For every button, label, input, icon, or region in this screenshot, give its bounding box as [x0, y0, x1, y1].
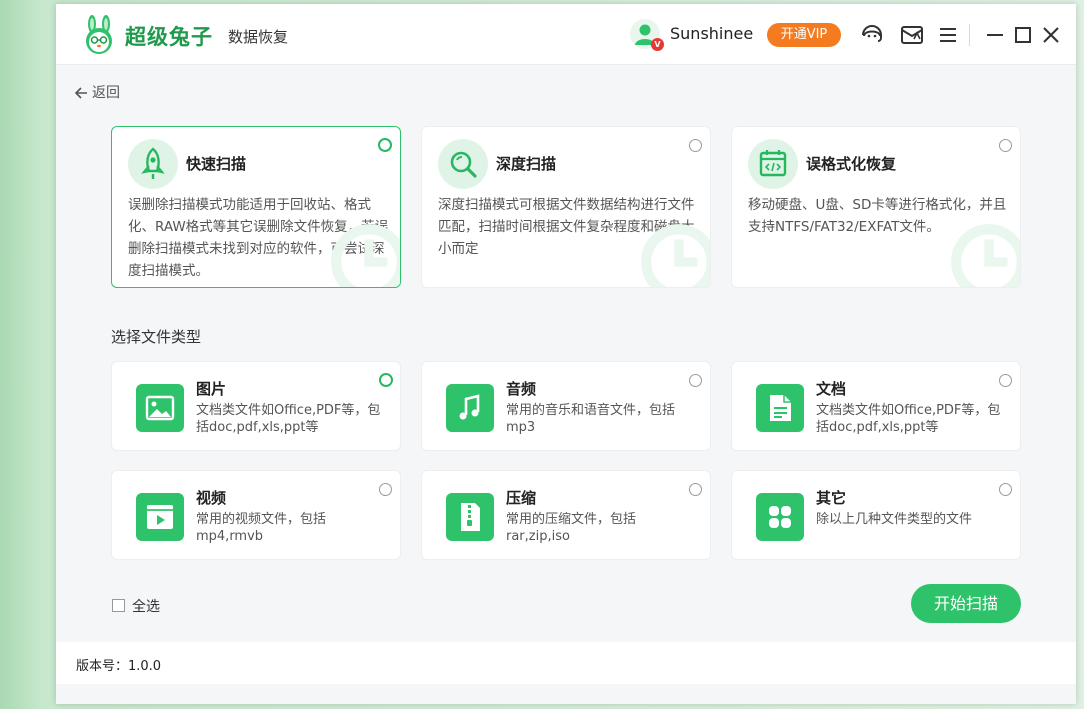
restore-watermark-icon [641, 224, 710, 287]
maximize-icon[interactable] [1010, 22, 1036, 48]
checkbox-box[interactable] [112, 599, 125, 612]
file-type-audio[interactable]: 音频 常用的音乐和语音文件，包括mp3 [421, 361, 711, 451]
type-radio[interactable] [379, 373, 393, 387]
type-description: 文档类文件如Office,PDF等，包括doc,pdf,xls,ppt等 [816, 403, 1001, 435]
customer-service-icon[interactable] [859, 22, 885, 48]
mode-radio[interactable] [999, 139, 1012, 152]
rabbit-logo-icon [86, 15, 112, 54]
select-all-label: 全选 [132, 599, 160, 615]
mode-title: 深度扫描 [496, 155, 557, 173]
username[interactable]: Sunshinee [670, 24, 753, 43]
type-title: 文档 [816, 380, 847, 398]
titlebar-divider [969, 24, 970, 46]
type-radio[interactable] [999, 374, 1012, 387]
music-note-icon [459, 394, 480, 420]
mode-icon-bg [128, 139, 178, 189]
rocket-icon [141, 147, 165, 179]
restore-watermark-icon [951, 224, 1020, 287]
start-scan-button[interactable]: 开始扫描 [911, 584, 1021, 623]
type-title: 图片 [196, 380, 227, 398]
back-label: 返回 [92, 85, 120, 101]
type-radio[interactable] [689, 374, 702, 387]
type-icon-bg [446, 384, 494, 432]
mode-title: 误格式化恢复 [806, 155, 897, 173]
app-window: 超级兔子 数据恢复 V Sunshinee 开通VIP 返回 快速扫描 误删除扫… [56, 4, 1076, 704]
type-title: 音频 [506, 380, 537, 398]
file-type-image[interactable]: 图片 文档类文件如Office,PDF等，包括doc,pdf,xls,ppt等 [111, 361, 401, 451]
type-description: 常用的视频文件，包括mp4,rmvb [196, 512, 327, 544]
menu-icon[interactable] [935, 22, 961, 48]
back-button[interactable]: 返回 [74, 82, 120, 102]
scan-mode-format[interactable]: 误格式化恢复 移动硬盘、U盘、SD卡等进行格式化，并且支持NTFS/FAT32/… [731, 126, 1021, 288]
magnifier-icon [450, 151, 477, 178]
type-radio[interactable] [689, 483, 702, 496]
image-icon [145, 395, 175, 421]
mode-title: 快速扫描 [186, 155, 247, 173]
type-icon-bg [756, 493, 804, 541]
user-avatar[interactable]: V [630, 19, 664, 51]
document-icon [770, 395, 791, 421]
calendar-code-icon [759, 150, 787, 177]
feedback-icon[interactable] [899, 22, 925, 48]
restore-watermark-icon [331, 224, 400, 287]
select-all-checkbox[interactable]: 全选 [112, 596, 160, 616]
version-label: 版本号：1.0.0 [76, 659, 162, 674]
type-radio[interactable] [999, 483, 1012, 496]
file-type-archive[interactable]: 压缩 常用的压缩文件，包括rar,zip,iso [421, 470, 711, 560]
mode-radio[interactable] [689, 139, 702, 152]
status-footer: 版本号：1.0.0 [56, 642, 1076, 684]
file-type-other[interactable]: 其它 除以上几种文件类型的文件 [731, 470, 1021, 560]
mode-radio[interactable] [378, 138, 392, 152]
vip-level-badge: V [651, 38, 664, 51]
open-vip-button[interactable]: 开通VIP [767, 23, 841, 47]
scan-mode-quick[interactable]: 快速扫描 误删除扫描模式功能适用于回收站、格式化、RAW格式等其它误删除文件恢复… [111, 126, 401, 288]
mode-icon-bg [438, 139, 488, 189]
type-title: 视频 [196, 489, 227, 507]
type-radio[interactable] [379, 483, 392, 496]
brand-name: 超级兔子 [125, 24, 213, 49]
file-type-video[interactable]: 视频 常用的视频文件，包括mp4,rmvb [111, 470, 401, 560]
title-bar: 超级兔子 数据恢复 V Sunshinee 开通VIP [56, 4, 1076, 65]
type-description: 除以上几种文件类型的文件 [816, 512, 973, 527]
zip-icon [461, 503, 480, 531]
type-title: 压缩 [506, 489, 537, 507]
minimize-icon[interactable] [982, 22, 1008, 48]
video-icon [147, 505, 173, 529]
type-description: 常用的音乐和语音文件，包括mp3 [506, 403, 676, 435]
file-type-section-title: 选择文件类型 [111, 328, 202, 346]
close-icon[interactable] [1038, 22, 1064, 48]
type-icon-bg [136, 493, 184, 541]
file-type-document[interactable]: 文档 文档类文件如Office,PDF等，包括doc,pdf,xls,ppt等 [731, 361, 1021, 451]
type-icon-bg [446, 493, 494, 541]
four-leaf-icon [769, 506, 791, 528]
type-icon-bg [136, 384, 184, 432]
mode-icon-bg [748, 139, 798, 189]
type-description: 常用的压缩文件，包括rar,zip,iso [506, 512, 637, 544]
type-description: 文档类文件如Office,PDF等，包括doc,pdf,xls,ppt等 [196, 403, 381, 435]
product-name: 数据恢复 [228, 28, 289, 46]
type-title: 其它 [816, 489, 847, 507]
type-icon-bg [756, 384, 804, 432]
scan-mode-deep[interactable]: 深度扫描 深度扫描模式可根据文件数据结构进行文件匹配，扫描时间根据文件复杂程度和… [421, 126, 711, 288]
arrow-left-icon [74, 87, 87, 99]
